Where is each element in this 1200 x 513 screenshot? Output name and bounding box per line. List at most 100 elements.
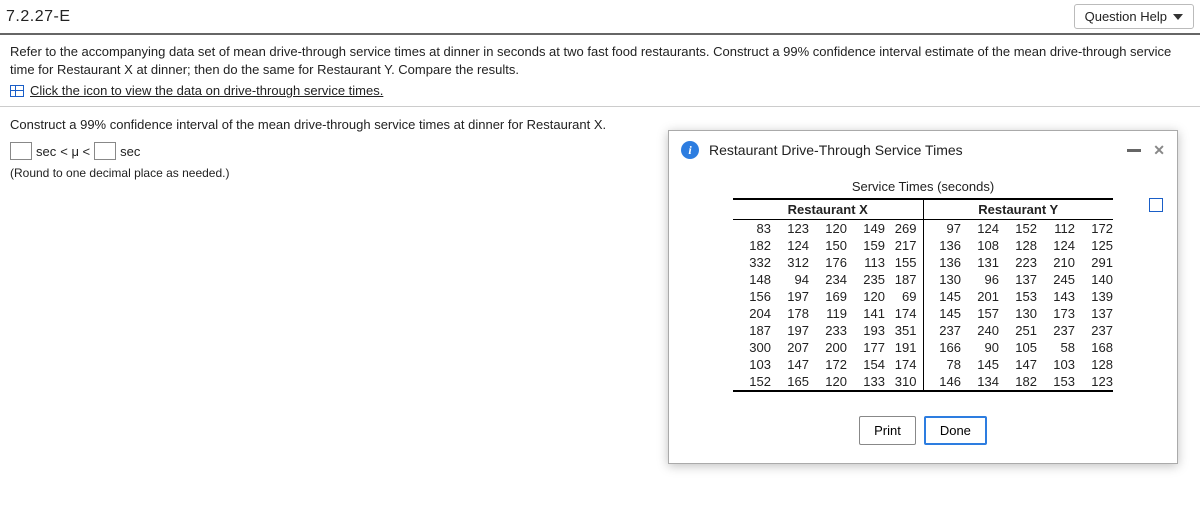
table-cell: 197 <box>771 288 809 305</box>
popup-body: Service Times (seconds) Restaurant X Res… <box>669 169 1177 402</box>
table-cell: 147 <box>771 356 809 373</box>
table-cell: 172 <box>809 356 847 373</box>
table-cell: 78 <box>923 356 961 373</box>
table-cell: 130 <box>999 305 1037 322</box>
problem-statement: Refer to the accompanying data set of me… <box>0 35 1200 83</box>
table-cell: 96 <box>961 271 999 288</box>
table-cell: 245 <box>1037 271 1075 288</box>
table-cell: 169 <box>809 288 847 305</box>
popup-title: Restaurant Drive-Through Service Times <box>709 142 963 158</box>
table-cell: 124 <box>1037 237 1075 254</box>
table-cell: 137 <box>1075 305 1113 322</box>
table-cell: 233 <box>809 322 847 339</box>
table-cell: 103 <box>733 356 771 373</box>
minimize-icon[interactable] <box>1127 149 1141 152</box>
unit-after: sec <box>120 144 140 159</box>
table-cell: 133 <box>847 373 885 391</box>
table-cell: 148 <box>733 271 771 288</box>
table-cell: 145 <box>961 356 999 373</box>
table-cell: 172 <box>1075 220 1113 238</box>
table-row: 10314717215417478145147103128 <box>733 356 1113 373</box>
table-cell: 153 <box>999 288 1037 305</box>
table-icon <box>10 85 24 97</box>
question-help-button[interactable]: Question Help <box>1074 4 1194 29</box>
upper-bound-input[interactable] <box>94 142 116 160</box>
table-cell: 120 <box>809 220 847 238</box>
table-cell: 200 <box>809 339 847 356</box>
table-cell: 235 <box>847 271 885 288</box>
table-cell: 90 <box>961 339 999 356</box>
info-icon: i <box>681 141 699 159</box>
table-cell: 182 <box>733 237 771 254</box>
col-header-x: Restaurant X <box>733 199 923 220</box>
table-cell: 174 <box>885 356 923 373</box>
table-cell: 210 <box>1037 254 1075 271</box>
service-times-table: Restaurant X Restaurant Y 83123120149269… <box>733 198 1113 392</box>
table-row: 152165120133310146134182153123 <box>733 373 1113 391</box>
table-cell: 223 <box>999 254 1037 271</box>
table-cell: 187 <box>885 271 923 288</box>
table-cell: 176 <box>809 254 847 271</box>
table-cell: 120 <box>847 288 885 305</box>
table-cell: 251 <box>999 322 1037 339</box>
data-link-row[interactable]: Click the icon to view the data on drive… <box>0 83 1200 106</box>
table-cell: 150 <box>809 237 847 254</box>
table-caption: Service Times (seconds) <box>709 179 1137 198</box>
table-cell: 165 <box>771 373 809 391</box>
table-cell: 237 <box>1037 322 1075 339</box>
table-cell: 155 <box>885 254 923 271</box>
table-row: 1489423423518713096137245140 <box>733 271 1113 288</box>
table-cell: 83 <box>733 220 771 238</box>
question-help-label: Question Help <box>1085 9 1167 24</box>
table-cell: 159 <box>847 237 885 254</box>
table-cell: 168 <box>1075 339 1113 356</box>
table-cell: 332 <box>733 254 771 271</box>
table-cell: 136 <box>923 237 961 254</box>
table-cell: 269 <box>885 220 923 238</box>
table-cell: 201 <box>961 288 999 305</box>
table-cell: 173 <box>1037 305 1075 322</box>
close-icon[interactable]: ✕ <box>1153 142 1165 159</box>
table-cell: 207 <box>771 339 809 356</box>
table-cell: 153 <box>1037 373 1075 391</box>
lower-bound-input[interactable] <box>10 142 32 160</box>
table-cell: 143 <box>1037 288 1075 305</box>
table-cell: 134 <box>961 373 999 391</box>
table-cell: 178 <box>771 305 809 322</box>
table-row: 8312312014926997124152112172 <box>733 220 1113 238</box>
table-cell: 157 <box>961 305 999 322</box>
table-cell: 119 <box>809 305 847 322</box>
popup-footer: Print Done <box>669 402 1177 463</box>
done-button[interactable]: Done <box>924 416 987 445</box>
table-cell: 125 <box>1075 237 1113 254</box>
table-cell: 174 <box>885 305 923 322</box>
table-cell: 146 <box>923 373 961 391</box>
table-cell: 140 <box>1075 271 1113 288</box>
table-cell: 237 <box>1075 322 1113 339</box>
popup-header: i Restaurant Drive-Through Service Times… <box>669 131 1177 169</box>
table-cell: 103 <box>1037 356 1075 373</box>
table-cell: 237 <box>923 322 961 339</box>
table-cell: 166 <box>923 339 961 356</box>
table-cell: 217 <box>885 237 923 254</box>
table-row: 3002072001771911669010558168 <box>733 339 1113 356</box>
table-cell: 145 <box>923 288 961 305</box>
table-cell: 149 <box>847 220 885 238</box>
table-cell: 136 <box>923 254 961 271</box>
table-cell: 108 <box>961 237 999 254</box>
table-cell: 112 <box>1037 220 1075 238</box>
operator: < μ < <box>60 144 90 159</box>
table-cell: 152 <box>999 220 1037 238</box>
table-cell: 124 <box>771 237 809 254</box>
table-cell: 300 <box>733 339 771 356</box>
table-cell: 191 <box>885 339 923 356</box>
unit-before: sec <box>36 144 56 159</box>
data-popup: i Restaurant Drive-Through Service Times… <box>668 130 1178 464</box>
table-cell: 58 <box>1037 339 1075 356</box>
table-cell: 113 <box>847 254 885 271</box>
table-cell: 97 <box>923 220 961 238</box>
fullscreen-icon[interactable] <box>1149 198 1163 212</box>
table-row: 204178119141174145157130173137 <box>733 305 1113 322</box>
table-row: 182124150159217136108128124125 <box>733 237 1113 254</box>
print-button[interactable]: Print <box>859 416 916 445</box>
